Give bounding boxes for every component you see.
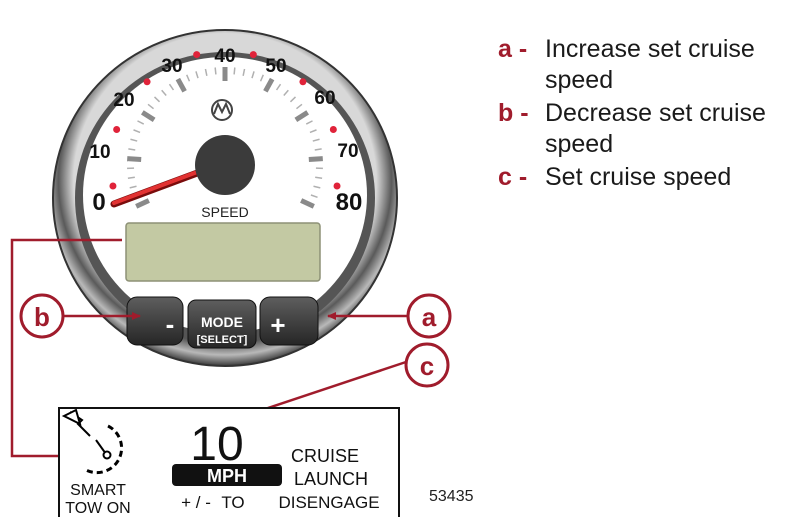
select-button-label: [SELECT]: [197, 334, 248, 346]
callout-a-letter: a: [422, 302, 437, 332]
legend-text-b: Decrease set cruise speed: [545, 99, 766, 158]
diagram: 0 10 20 30 40 50 60 70 80 SPEED - MODE […: [0, 0, 809, 517]
launch-label: LAUNCH: [294, 469, 368, 489]
minor-tick: [127, 176, 135, 179]
dial-red-dot: [299, 78, 307, 86]
dial-number-50: 50: [265, 56, 286, 77]
cruise-label: CRUISE: [291, 446, 359, 466]
legend-text-a: Increase set cruise speed: [545, 35, 755, 94]
plus-button[interactable]: [259, 296, 319, 346]
dial-number-80: 80: [336, 189, 363, 216]
speed-value: 10: [190, 418, 243, 471]
legend-item-a: a - Increase set cruise speed: [498, 34, 803, 96]
dial-red-dot: [249, 51, 257, 59]
lcd-screen: [125, 222, 321, 282]
needle-hub: [195, 135, 255, 195]
dial-red-dot: [193, 51, 201, 59]
mode-button-label: MODE: [201, 314, 243, 330]
legend: a - Increase set cruise speed b - Decrea…: [498, 34, 803, 195]
minor-tick: [214, 67, 217, 75]
callout-c-arrow: [249, 360, 407, 416]
minus-button-label: -: [166, 309, 175, 339]
legend-text-c: Set cruise speed: [545, 163, 732, 191]
callout-b-letter: b: [34, 302, 50, 332]
legend-item-c: c - Set cruise speed: [498, 162, 803, 193]
smart-label: SMART: [70, 482, 126, 499]
dial-red-dot: [143, 78, 151, 86]
figure-number: 53435: [429, 488, 474, 505]
dial-red-dot: [329, 126, 337, 134]
dial-number-60: 60: [314, 88, 335, 109]
gauge-label: SPEED: [201, 204, 248, 220]
mercury-logo-icon: [211, 99, 233, 121]
dial-number-30: 30: [161, 56, 182, 77]
dial-number-40: 40: [214, 46, 235, 67]
dial-red-dot: [113, 126, 121, 134]
dial-number-20: 20: [113, 90, 134, 111]
dial-number-10: 10: [89, 142, 110, 163]
minor-tick: [315, 176, 323, 179]
minor-tick: [233, 67, 236, 75]
plus-minus-label: + / -: [181, 493, 211, 512]
legend-key-c: c -: [498, 163, 528, 191]
tow-on-label: TOW ON: [65, 500, 130, 517]
to-label: TO: [221, 493, 244, 512]
dial-red-dot: [109, 182, 117, 190]
legend-key-b: b -: [498, 99, 529, 127]
callout-c-letter: c: [420, 351, 434, 381]
dial-number-0: 0: [92, 189, 105, 216]
dial-number-70: 70: [337, 141, 358, 162]
minus-button[interactable]: [126, 296, 184, 346]
disengage-label: DISENGAGE: [278, 493, 379, 512]
legend-item-b: b - Decrease set cruise speed: [498, 98, 803, 160]
legend-key-a: a -: [498, 35, 528, 63]
major-tick: [308, 156, 323, 163]
plus-button-label: +: [270, 310, 285, 340]
major-tick: [127, 156, 142, 163]
unit-label: MPH: [207, 466, 247, 486]
